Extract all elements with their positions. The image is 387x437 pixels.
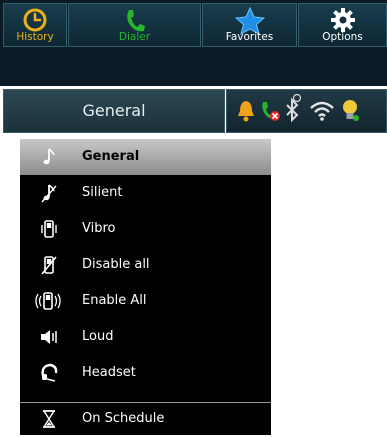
headset-icon — [38, 362, 60, 384]
tab-history[interactable]: History — [3, 3, 67, 47]
hourglass-icon — [38, 408, 60, 430]
bell-icon — [235, 99, 257, 127]
tab-dialer-label: Dialer — [118, 31, 151, 43]
bulb-icon[interactable] — [340, 98, 360, 128]
phone-off-icon — [38, 254, 60, 276]
profile-selector-label: General — [82, 101, 146, 120]
menu-item-label: Loud — [82, 329, 114, 344]
tab-dialer[interactable]: Dialer — [68, 3, 201, 47]
menu-item-general[interactable]: General — [20, 139, 271, 175]
menu-item-label: On Schedule — [82, 411, 165, 426]
tab-options[interactable]: Options — [298, 3, 387, 47]
menu-item-headset[interactable]: Headset — [20, 355, 271, 391]
menu-item-vibro[interactable]: Vibro — [20, 211, 271, 247]
missed-call-icon[interactable] — [259, 99, 281, 127]
profile-selector-button[interactable]: General — [3, 89, 225, 133]
menu-item-label: Vibro — [82, 221, 116, 236]
menu-item-label: Silient — [82, 185, 123, 200]
menu-item-label: Enable All — [82, 293, 147, 308]
menu-item-label: Disable all — [82, 257, 150, 272]
menu-item-label: Headset — [82, 365, 136, 380]
music-note-icon — [38, 146, 60, 168]
bluetooth-icon[interactable] — [283, 93, 305, 129]
speaker-icon — [38, 326, 60, 348]
menu-item-on-schedule[interactable]: On Schedule — [20, 401, 271, 437]
menu-item-label: General — [82, 149, 140, 164]
tab-options-label: Options — [322, 31, 363, 43]
menu-item-silent[interactable]: Silient — [20, 175, 271, 211]
wifi-icon[interactable] — [309, 100, 335, 126]
status-icon-strip — [226, 89, 387, 133]
phone-waves-icon — [34, 290, 62, 312]
vibrate-phone-icon — [38, 218, 60, 240]
muted-note-icon — [38, 182, 60, 204]
top-tab-bar: History Dialer Favorites Options General — [0, 0, 387, 133]
profile-menu: General Silient Vibro Disable all Enable… — [20, 139, 271, 435]
menu-item-loud[interactable]: Loud — [20, 319, 271, 355]
menu-item-disable-all[interactable]: Disable all — [20, 247, 271, 283]
tab-history-label: History — [16, 31, 54, 43]
tab-favorites-label: Favorites — [225, 31, 274, 43]
menu-item-enable-all[interactable]: Enable All — [20, 283, 271, 319]
tab-favorites[interactable]: Favorites — [202, 3, 297, 47]
